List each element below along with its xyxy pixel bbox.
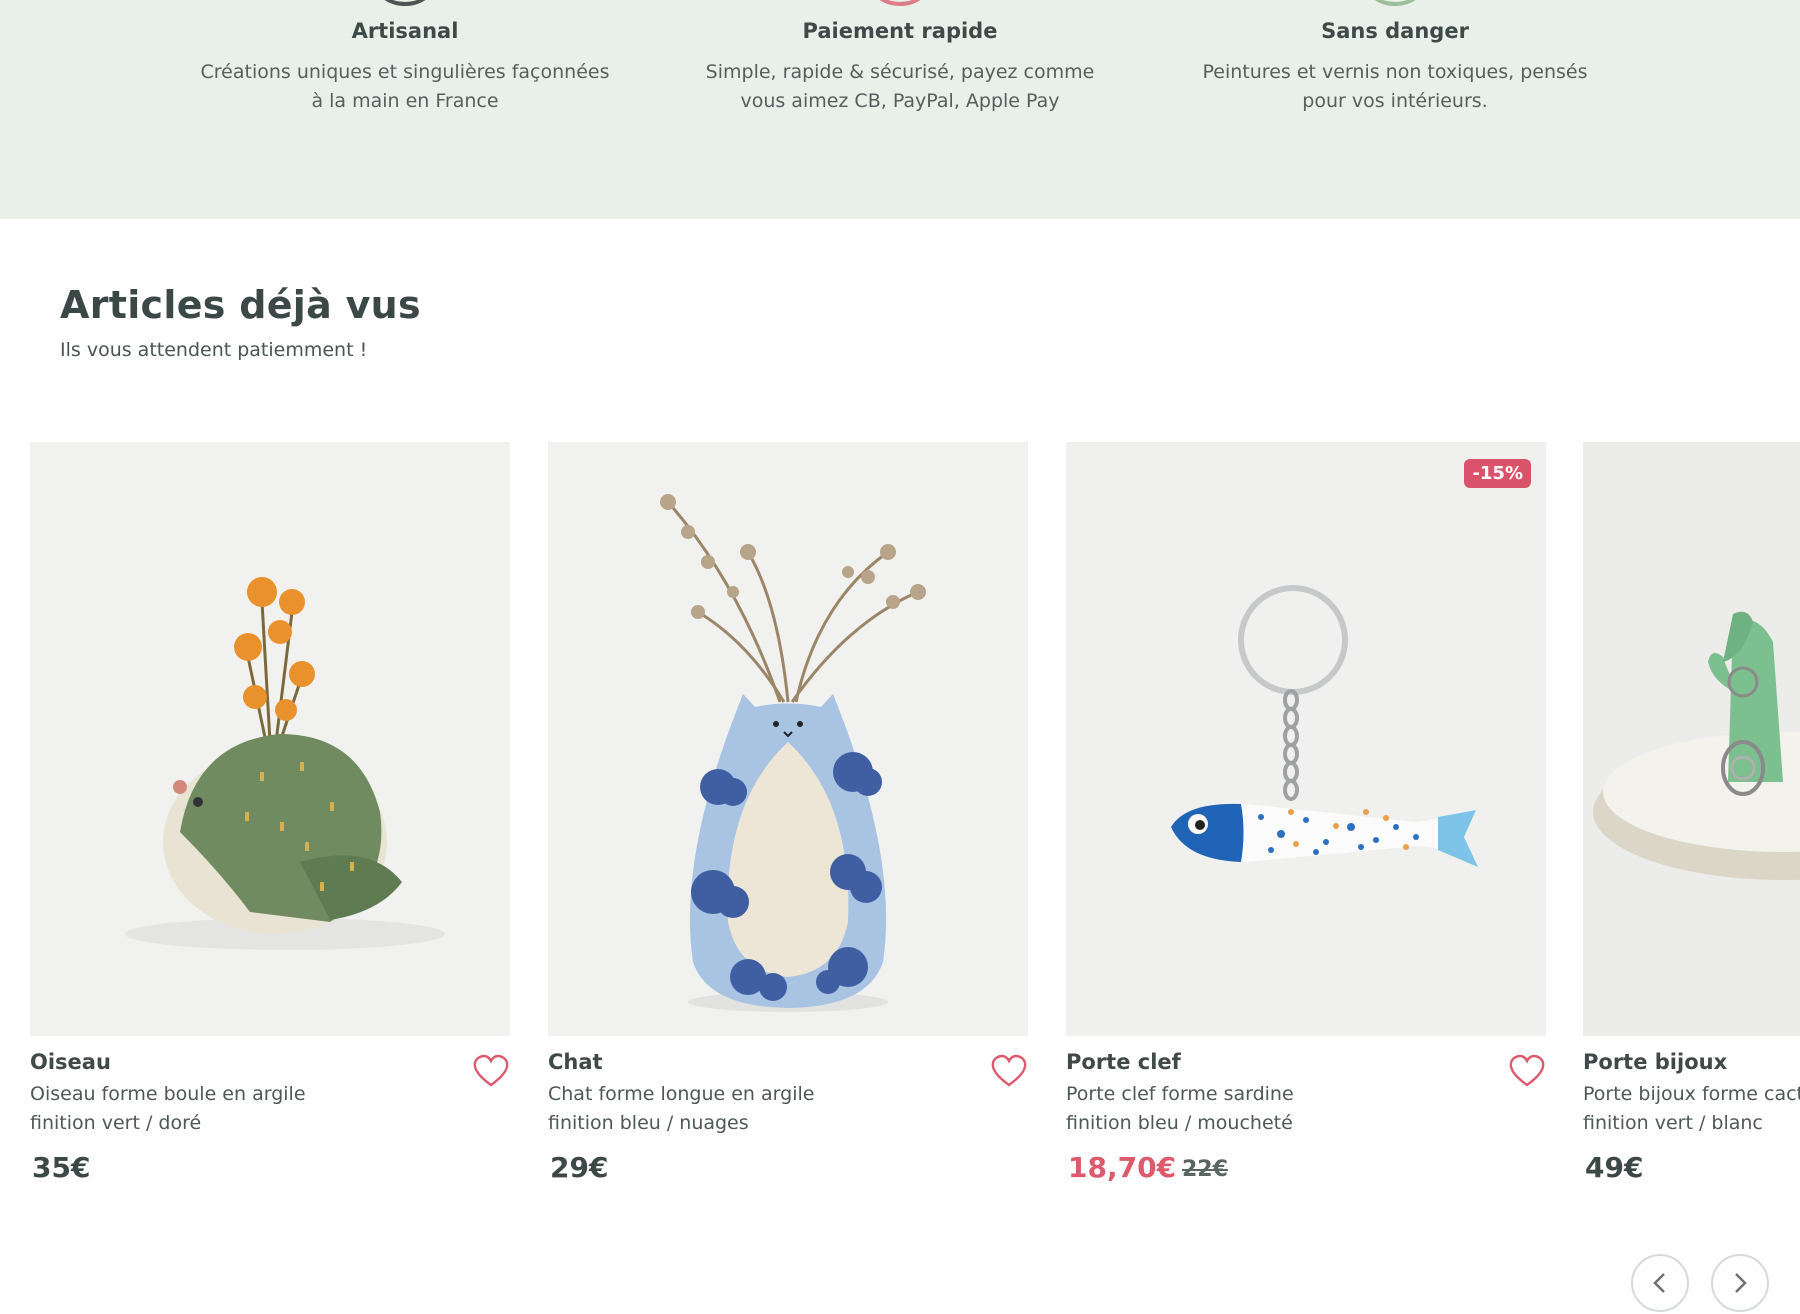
carousel-prev-button[interactable] xyxy=(1631,1254,1689,1312)
product-sale-price: 18,70€ xyxy=(1068,1151,1177,1184)
product-card-porte-clef[interactable]: -15% Porte clef Porte clef forme sardine… xyxy=(1066,442,1546,1184)
section-subtitle: Ils vous attendent patiemment ! xyxy=(60,339,368,361)
payment-icon xyxy=(870,0,930,6)
reassurance-band: Artisanal Créations uniques et singulièr… xyxy=(0,0,1800,219)
product-card-oiseau[interactable]: Oiseau Oiseau forme boule en argile fini… xyxy=(30,442,510,1184)
feature-text: Simple, rapide & sécurisé, payez comme v… xyxy=(705,61,1095,112)
carousel-next-button[interactable] xyxy=(1711,1254,1769,1312)
product-image[interactable] xyxy=(1583,442,1800,1036)
product-card-porte-bijoux[interactable]: Porte bijoux Porte bijoux forme cactus f… xyxy=(1583,442,1800,1184)
product-price: 49€ xyxy=(1585,1151,1644,1184)
heart-icon[interactable] xyxy=(990,1054,1028,1088)
product-price: 29€ xyxy=(550,1151,609,1184)
feature-title: Sans danger xyxy=(1321,19,1469,43)
product-description: Oiseau forme boule en argile finition ve… xyxy=(30,1083,306,1134)
product-name[interactable]: Porte clef xyxy=(1066,1050,1181,1074)
product-description: Porte bijoux forme cactus finition vert … xyxy=(1583,1083,1800,1134)
feature-text: Créations uniques et singulières façonné… xyxy=(200,61,610,112)
cactus-ring-dish-illustration xyxy=(1583,442,1800,1036)
heart-icon[interactable] xyxy=(1508,1054,1546,1088)
product-description: Porte clef forme sardine finition bleu /… xyxy=(1066,1083,1294,1134)
product-price: 35€ xyxy=(32,1151,91,1184)
chevron-right-icon xyxy=(1735,1273,1747,1293)
chevron-left-icon xyxy=(1653,1273,1665,1293)
product-description: Chat forme longue en argile finition ble… xyxy=(548,1083,815,1134)
feature-title: Artisanal xyxy=(351,19,459,43)
product-image[interactable]: -15% xyxy=(1066,442,1546,1036)
heart-icon[interactable] xyxy=(472,1054,510,1088)
section-title: Articles déjà vus xyxy=(60,283,421,327)
product-name[interactable]: Porte bijoux xyxy=(1583,1050,1727,1074)
product-card-chat[interactable]: Chat Chat forme longue en argile finitio… xyxy=(548,442,1028,1184)
discount-badge: -15% xyxy=(1464,459,1531,488)
leaf-icon xyxy=(1365,0,1425,6)
product-name[interactable]: Oiseau xyxy=(30,1050,111,1074)
product-image[interactable] xyxy=(548,442,1028,1036)
bird-vase-illustration xyxy=(30,442,510,1036)
artisan-icon xyxy=(375,0,435,6)
feature-title: Paiement rapide xyxy=(802,19,998,43)
product-name[interactable]: Chat xyxy=(548,1050,603,1074)
sardine-keychain-illustration xyxy=(1066,442,1546,1036)
product-image[interactable] xyxy=(30,442,510,1036)
recently-viewed-carousel: Oiseau Oiseau forme boule en argile fini… xyxy=(0,442,1800,1202)
feature-text: Peintures et vernis non toxiques, pensés… xyxy=(1202,61,1588,112)
cat-vase-illustration xyxy=(548,442,1028,1036)
product-old-price: 22€ xyxy=(1182,1157,1228,1182)
